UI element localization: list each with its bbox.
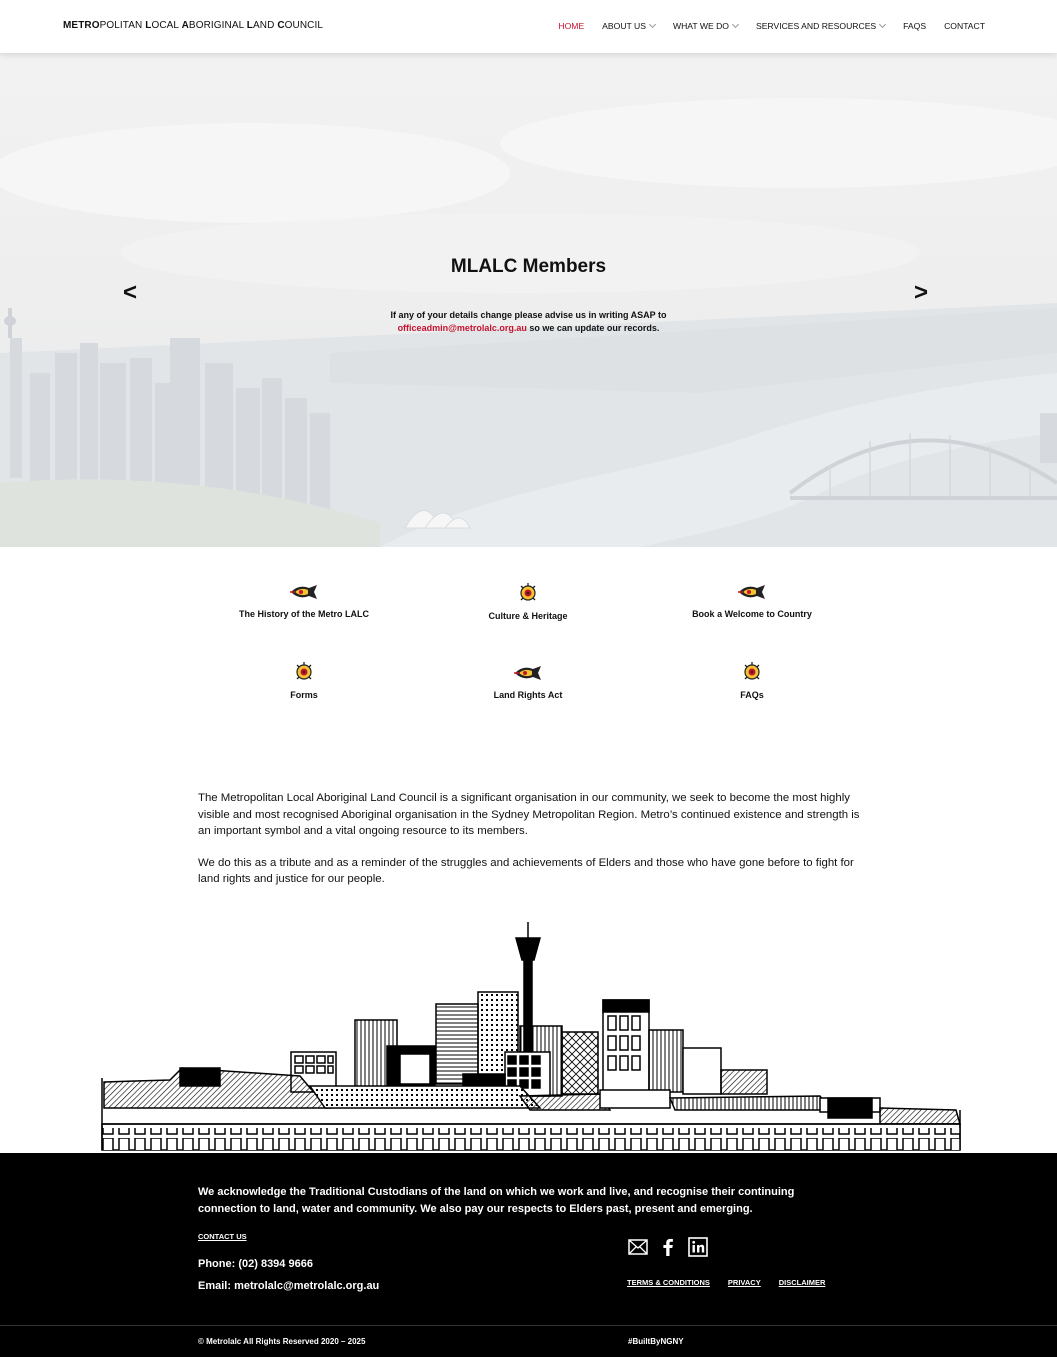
nav-label: CONTACT [944,21,985,31]
slider-next-button[interactable]: > [914,279,928,307]
turtle-icon [296,662,312,680]
site-footer: We acknowledge the Traditional Custodian… [0,1153,1057,1357]
facebook-icon[interactable] [662,1238,674,1261]
tile-land-rights-act[interactable]: Land Rights Act [428,663,628,700]
linkedin-icon[interactable] [688,1237,708,1262]
tile-welcome-to-country[interactable]: Book a Welcome to Country [652,582,852,619]
intro-paragraph: The Metropolitan Local Aboriginal Land C… [198,792,860,837]
chevron-down-icon [879,20,887,29]
city-background-image [0,53,1057,547]
main-nav: HOME ABOUT US WHAT WE DO SERVICES AND RE… [540,20,985,31]
nav-label: FAQS [903,21,927,31]
social-links [628,1237,708,1262]
mail-icon[interactable] [628,1239,648,1260]
tile-label: FAQs [740,690,764,700]
chevron-down-icon [648,20,656,29]
tile-forms[interactable]: Forms [204,661,404,700]
fish-icon [514,666,541,680]
nav-item-about-us[interactable]: ABOUT US [602,20,656,31]
hero-text-before: If any of your details change please adv… [390,310,667,320]
hero-text-after: so we can update our records. [526,323,660,333]
copyright-text: © Metrolalc All Rights Reserved 2020 – 2… [198,1337,366,1346]
tile-label: Land Rights Act [493,690,563,700]
acknowledgement-text: We acknowledge the Traditional Custodian… [198,1186,795,1215]
nav-item-contact[interactable]: CONTACT [944,21,985,31]
hero-text: If any of your details change please adv… [0,309,1057,335]
disclaimer-link[interactable]: DISCLAIMER [779,1278,826,1287]
footer-divider [0,1325,1057,1326]
nav-label: SERVICES AND RESOURCES [755,21,877,31]
privacy-link[interactable]: PRIVACY [728,1278,761,1287]
turtle-icon [744,662,760,680]
site-logo[interactable]: METROPOLITAN LOCAL ABORIGINAL LAND COUNC… [63,20,323,31]
hero-title: MLALC Members [450,256,607,277]
tile-label: Book a Welcome to Country [692,609,812,619]
nav-label: HOME [558,21,585,31]
fish-icon [738,585,765,599]
tile-label: Forms [290,690,318,700]
slider-prev-button[interactable]: < [123,279,137,307]
tile-culture-heritage[interactable]: Culture & Heritage [428,582,628,621]
footer-email[interactable]: Email: metrolalc@metrolalc.org.au [198,1280,379,1292]
hero-email-link[interactable]: officeadmin@metrolalc.org.au [398,323,527,333]
turtle-icon [520,583,536,601]
footer-phone[interactable]: Phone: (02) 8394 9666 [198,1258,313,1270]
nav-item-home[interactable]: HOME [558,21,584,31]
chevron-down-icon [731,20,740,29]
skyline-illustration [101,922,961,1151]
footer-contact-link[interactable]: CONTACT US [198,1232,247,1241]
nav-item-faqs[interactable]: FAQS [903,21,926,31]
tile-faqs[interactable]: FAQs [652,661,852,700]
nav-item-what-we-do[interactable]: WHAT WE DO [672,20,740,31]
tile-label: Culture & Heritage [488,611,568,621]
nav-label: WHAT WE DO [672,21,729,31]
tile-label: The History of the Metro LALC [239,609,369,619]
intro-paragraph: We do this as a tribute and as a reminde… [198,856,854,886]
tile-history[interactable]: The History of the Metro LALC [204,582,404,619]
hero-slider: < > MLALC Members If any of your details… [0,53,1057,547]
nav-item-services-and-resources[interactable]: SERVICES AND RESOURCES [755,20,887,31]
nav-label: ABOUT US [602,21,646,31]
site-header: METROPOLITAN LOCAL ABORIGINAL LAND COUNC… [0,0,1057,53]
fish-icon [290,585,317,599]
intro-text: The Metropolitan Local Aboriginal Land C… [198,790,868,903]
legal-links: TERMS & CONDITIONS PRIVACY DISCLAIMER [627,1278,825,1287]
built-by-link[interactable]: #BuiltByNGNY [628,1337,684,1346]
terms-link[interactable]: TERMS & CONDITIONS [627,1278,710,1287]
